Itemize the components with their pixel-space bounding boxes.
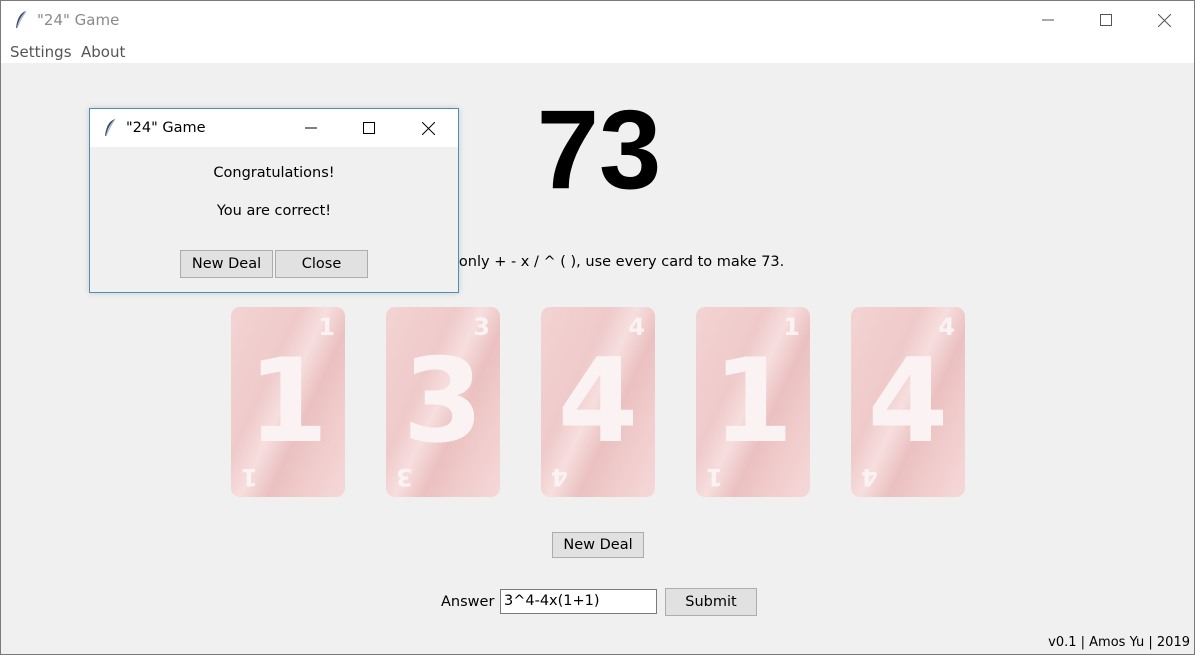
card-5: 4 4 4: [851, 307, 965, 497]
dialog-title: "24" Game: [126, 120, 206, 136]
card-value: 1: [247, 334, 329, 469]
menu-settings[interactable]: Settings: [10, 43, 72, 61]
dialog-message-congrats: Congratulations!: [213, 165, 335, 181]
dialog-close-button[interactable]: [399, 109, 457, 147]
card-4: 1 1 1: [696, 307, 810, 497]
menu-about[interactable]: About: [81, 43, 125, 61]
maximize-button[interactable]: [1077, 1, 1135, 39]
feather-icon: [16, 10, 27, 29]
dialog-title-bar[interactable]: "24" Game: [90, 109, 458, 147]
card-3: 4 4 4: [541, 307, 655, 497]
card-value: 4: [867, 334, 949, 469]
dialog-close-label-button[interactable]: Close: [275, 250, 368, 278]
window-title: "24" Game: [37, 11, 120, 29]
new-deal-button[interactable]: New Deal: [552, 532, 644, 558]
close-icon: [421, 121, 435, 135]
card-corner-bottom: 4: [861, 463, 878, 491]
close-button[interactable]: [1135, 1, 1193, 39]
card-2: 3 3 3: [386, 307, 500, 497]
dialog-new-deal-button[interactable]: New Deal: [180, 250, 273, 278]
target-number: 73: [536, 87, 662, 212]
card-1: 1 1 1: [231, 307, 345, 497]
close-icon: [1157, 13, 1171, 27]
success-dialog: "24" Game Congratulations! You are corre…: [89, 108, 459, 293]
maximize-icon: [1100, 14, 1112, 26]
card-value: 1: [712, 334, 794, 469]
card-corner-bottom: 1: [241, 463, 258, 491]
card-corner-bottom: 1: [706, 463, 723, 491]
card-corner-bottom: 3: [396, 463, 413, 491]
submit-button[interactable]: Submit: [665, 588, 757, 616]
main-window: "24" Game Settings About 73 Using only +…: [0, 0, 1195, 655]
card-value: 3: [402, 334, 484, 469]
card-corner-bottom: 4: [551, 463, 568, 491]
card-value: 4: [557, 334, 639, 469]
minimize-icon: [1042, 19, 1054, 21]
dialog-message-correct: You are correct!: [216, 203, 332, 219]
title-bar[interactable]: "24" Game: [1, 1, 1194, 39]
minimize-button[interactable]: [1019, 1, 1077, 39]
dialog-minimize-button[interactable]: [282, 109, 340, 147]
maximize-icon: [363, 122, 375, 134]
version-footer: v0.1 | Amos Yu | 2019: [1048, 635, 1190, 650]
minimize-icon: [305, 127, 317, 129]
answer-label: Answer: [441, 594, 495, 610]
menu-bar: Settings About: [1, 39, 1194, 63]
answer-input[interactable]: 3^4-4x(1+1): [500, 589, 657, 614]
feather-icon: [105, 118, 116, 137]
dialog-maximize-button[interactable]: [340, 109, 398, 147]
